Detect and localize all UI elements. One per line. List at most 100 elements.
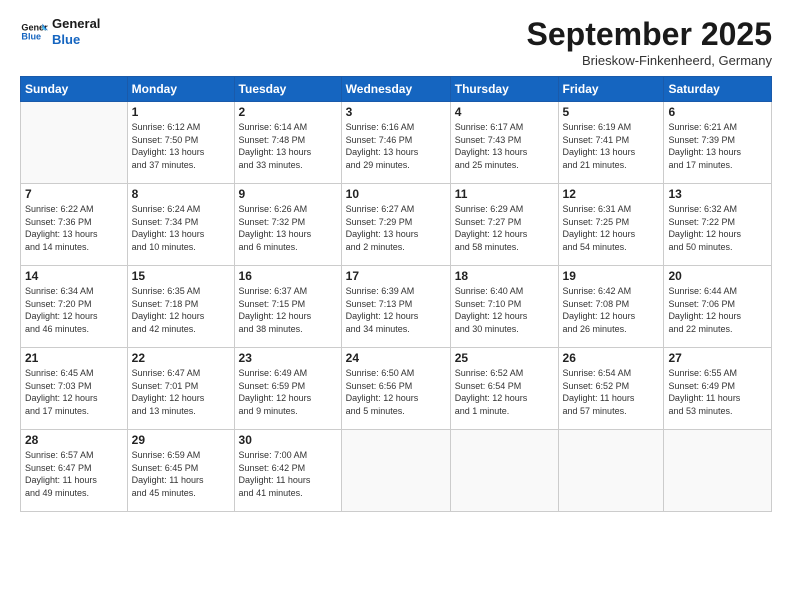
- calendar-day-cell: 23 Sunrise: 6:49 AM Sunset: 6:59 PM Dayli…: [234, 348, 341, 430]
- day-info: Sunrise: 6:19 AM Sunset: 7:41 PM Dayligh…: [563, 121, 660, 171]
- day-info: Sunrise: 6:47 AM Sunset: 7:01 PM Dayligh…: [132, 367, 230, 417]
- location: Brieskow-Finkenheerd, Germany: [527, 53, 772, 68]
- weekday-header: Sunday: [21, 77, 128, 102]
- calendar-week-row: 14 Sunrise: 6:34 AM Sunset: 7:20 PM Dayli…: [21, 266, 772, 348]
- day-number: 9: [239, 187, 337, 201]
- calendar-day-cell: 8 Sunrise: 6:24 AM Sunset: 7:34 PM Daylig…: [127, 184, 234, 266]
- day-info: Sunrise: 6:27 AM Sunset: 7:29 PM Dayligh…: [346, 203, 446, 253]
- day-info: Sunrise: 6:57 AM Sunset: 6:47 PM Dayligh…: [25, 449, 123, 499]
- calendar-table: SundayMondayTuesdayWednesdayThursdayFrid…: [20, 76, 772, 512]
- weekday-header: Wednesday: [341, 77, 450, 102]
- calendar-header-row: SundayMondayTuesdayWednesdayThursdayFrid…: [21, 77, 772, 102]
- calendar-day-cell: 19 Sunrise: 6:42 AM Sunset: 7:08 PM Dayli…: [558, 266, 664, 348]
- day-number: 22: [132, 351, 230, 365]
- logo-icon: General Blue: [20, 18, 48, 46]
- weekday-header: Friday: [558, 77, 664, 102]
- calendar-day-cell: [21, 102, 128, 184]
- calendar-day-cell: 15 Sunrise: 6:35 AM Sunset: 7:18 PM Dayli…: [127, 266, 234, 348]
- day-info: Sunrise: 6:34 AM Sunset: 7:20 PM Dayligh…: [25, 285, 123, 335]
- day-number: 8: [132, 187, 230, 201]
- day-number: 28: [25, 433, 123, 447]
- day-number: 2: [239, 105, 337, 119]
- day-number: 5: [563, 105, 660, 119]
- day-number: 15: [132, 269, 230, 283]
- day-info: Sunrise: 6:26 AM Sunset: 7:32 PM Dayligh…: [239, 203, 337, 253]
- logo-blue: Blue: [52, 32, 100, 48]
- day-number: 24: [346, 351, 446, 365]
- day-info: Sunrise: 6:50 AM Sunset: 6:56 PM Dayligh…: [346, 367, 446, 417]
- day-number: 19: [563, 269, 660, 283]
- calendar-day-cell: 5 Sunrise: 6:19 AM Sunset: 7:41 PM Daylig…: [558, 102, 664, 184]
- calendar-week-row: 1 Sunrise: 6:12 AM Sunset: 7:50 PM Daylig…: [21, 102, 772, 184]
- calendar-day-cell: 12 Sunrise: 6:31 AM Sunset: 7:25 PM Dayli…: [558, 184, 664, 266]
- calendar-day-cell: [341, 430, 450, 512]
- calendar-day-cell: 24 Sunrise: 6:50 AM Sunset: 6:56 PM Dayli…: [341, 348, 450, 430]
- day-number: 12: [563, 187, 660, 201]
- day-info: Sunrise: 6:52 AM Sunset: 6:54 PM Dayligh…: [455, 367, 554, 417]
- calendar-week-row: 21 Sunrise: 6:45 AM Sunset: 7:03 PM Dayli…: [21, 348, 772, 430]
- day-info: Sunrise: 6:24 AM Sunset: 7:34 PM Dayligh…: [132, 203, 230, 253]
- day-info: Sunrise: 6:35 AM Sunset: 7:18 PM Dayligh…: [132, 285, 230, 335]
- calendar-day-cell: 1 Sunrise: 6:12 AM Sunset: 7:50 PM Daylig…: [127, 102, 234, 184]
- day-number: 11: [455, 187, 554, 201]
- day-number: 29: [132, 433, 230, 447]
- day-info: Sunrise: 6:59 AM Sunset: 6:45 PM Dayligh…: [132, 449, 230, 499]
- calendar-day-cell: 7Sunrise: 6:22 AM Sunset: 7:36 PM Daylig…: [21, 184, 128, 266]
- calendar-day-cell: 2 Sunrise: 6:14 AM Sunset: 7:48 PM Daylig…: [234, 102, 341, 184]
- day-info: Sunrise: 6:40 AM Sunset: 7:10 PM Dayligh…: [455, 285, 554, 335]
- calendar-day-cell: 20Sunrise: 6:44 AM Sunset: 7:06 PM Dayli…: [664, 266, 772, 348]
- day-info: Sunrise: 6:12 AM Sunset: 7:50 PM Dayligh…: [132, 121, 230, 171]
- day-number: 17: [346, 269, 446, 283]
- calendar-day-cell: 11 Sunrise: 6:29 AM Sunset: 7:27 PM Dayli…: [450, 184, 558, 266]
- calendar-day-cell: 21 Sunrise: 6:45 AM Sunset: 7:03 PM Dayli…: [21, 348, 128, 430]
- day-number: 3: [346, 105, 446, 119]
- weekday-header: Tuesday: [234, 77, 341, 102]
- day-number: 30: [239, 433, 337, 447]
- day-number: 16: [239, 269, 337, 283]
- day-number: 18: [455, 269, 554, 283]
- logo-general: General: [52, 16, 100, 32]
- logo: General Blue General Blue: [20, 16, 100, 47]
- weekday-header: Monday: [127, 77, 234, 102]
- day-number: 7: [25, 187, 123, 201]
- day-number: 13: [668, 187, 767, 201]
- calendar-day-cell: [558, 430, 664, 512]
- day-info: Sunrise: 6:31 AM Sunset: 7:25 PM Dayligh…: [563, 203, 660, 253]
- calendar-week-row: 7Sunrise: 6:22 AM Sunset: 7:36 PM Daylig…: [21, 184, 772, 266]
- calendar-day-cell: 10Sunrise: 6:27 AM Sunset: 7:29 PM Dayli…: [341, 184, 450, 266]
- day-info: Sunrise: 6:32 AM Sunset: 7:22 PM Dayligh…: [668, 203, 767, 253]
- calendar-day-cell: [450, 430, 558, 512]
- calendar-day-cell: 28 Sunrise: 6:57 AM Sunset: 6:47 PM Dayli…: [21, 430, 128, 512]
- day-info: Sunrise: 6:14 AM Sunset: 7:48 PM Dayligh…: [239, 121, 337, 171]
- calendar-day-cell: 18 Sunrise: 6:40 AM Sunset: 7:10 PM Dayli…: [450, 266, 558, 348]
- day-number: 26: [563, 351, 660, 365]
- weekday-header: Thursday: [450, 77, 558, 102]
- day-info: Sunrise: 6:42 AM Sunset: 7:08 PM Dayligh…: [563, 285, 660, 335]
- day-number: 6: [668, 105, 767, 119]
- day-number: 14: [25, 269, 123, 283]
- day-info: Sunrise: 6:55 AM Sunset: 6:49 PM Dayligh…: [668, 367, 767, 417]
- calendar-day-cell: 22 Sunrise: 6:47 AM Sunset: 7:01 PM Dayli…: [127, 348, 234, 430]
- svg-text:Blue: Blue: [21, 31, 41, 41]
- calendar-day-cell: 13 Sunrise: 6:32 AM Sunset: 7:22 PM Dayli…: [664, 184, 772, 266]
- day-info: Sunrise: 6:21 AM Sunset: 7:39 PM Dayligh…: [668, 121, 767, 171]
- calendar-day-cell: 16Sunrise: 6:37 AM Sunset: 7:15 PM Dayli…: [234, 266, 341, 348]
- day-info: Sunrise: 7:00 AM Sunset: 6:42 PM Dayligh…: [239, 449, 337, 499]
- calendar-day-cell: 27Sunrise: 6:55 AM Sunset: 6:49 PM Dayli…: [664, 348, 772, 430]
- month-title: September 2025: [527, 16, 772, 53]
- day-number: 1: [132, 105, 230, 119]
- calendar-day-cell: 9 Sunrise: 6:26 AM Sunset: 7:32 PM Daylig…: [234, 184, 341, 266]
- calendar-day-cell: 6 Sunrise: 6:21 AM Sunset: 7:39 PM Daylig…: [664, 102, 772, 184]
- day-info: Sunrise: 6:16 AM Sunset: 7:46 PM Dayligh…: [346, 121, 446, 171]
- calendar-week-row: 28 Sunrise: 6:57 AM Sunset: 6:47 PM Dayli…: [21, 430, 772, 512]
- weekday-header: Saturday: [664, 77, 772, 102]
- day-info: Sunrise: 6:17 AM Sunset: 7:43 PM Dayligh…: [455, 121, 554, 171]
- calendar-day-cell: [664, 430, 772, 512]
- day-info: Sunrise: 6:39 AM Sunset: 7:13 PM Dayligh…: [346, 285, 446, 335]
- calendar-day-cell: 3 Sunrise: 6:16 AM Sunset: 7:46 PM Daylig…: [341, 102, 450, 184]
- day-info: Sunrise: 6:29 AM Sunset: 7:27 PM Dayligh…: [455, 203, 554, 253]
- day-info: Sunrise: 6:49 AM Sunset: 6:59 PM Dayligh…: [239, 367, 337, 417]
- day-info: Sunrise: 6:45 AM Sunset: 7:03 PM Dayligh…: [25, 367, 123, 417]
- day-number: 23: [239, 351, 337, 365]
- day-number: 21: [25, 351, 123, 365]
